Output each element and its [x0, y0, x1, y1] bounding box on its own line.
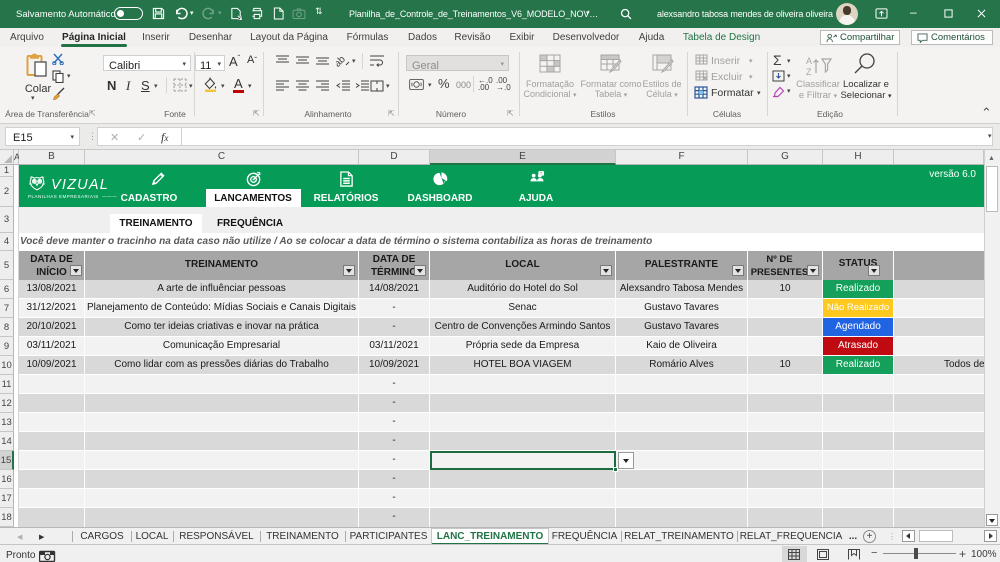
svg-text:A: A	[806, 56, 812, 66]
svg-text:Z: Z	[806, 67, 812, 77]
